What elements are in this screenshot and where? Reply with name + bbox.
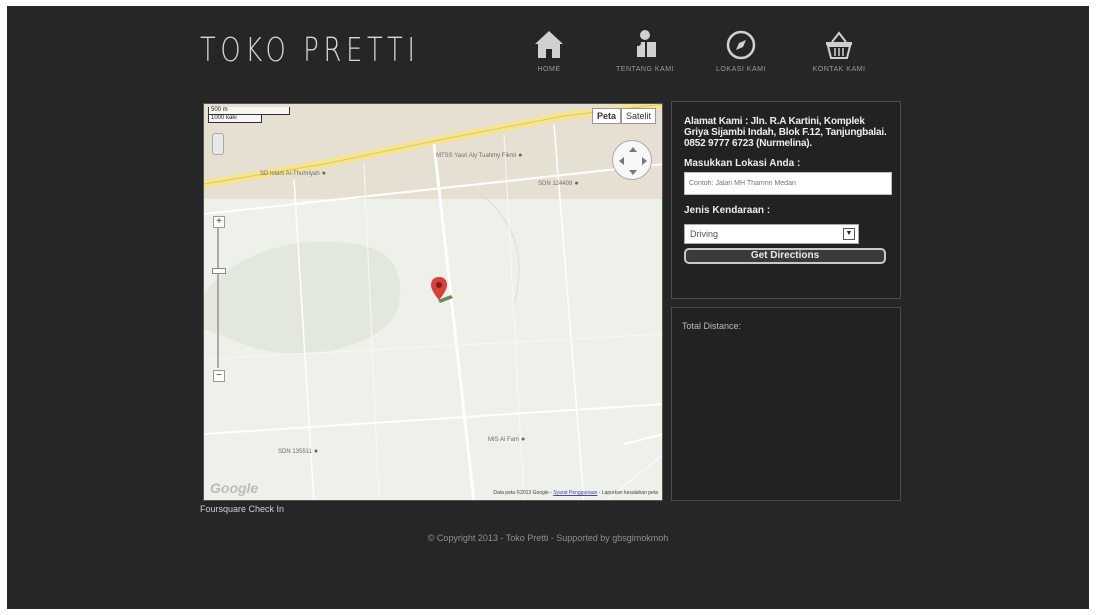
- poi-name: MIS Al Fam: [488, 437, 520, 443]
- nav-home-label: HOME: [537, 66, 561, 73]
- attribution-data: Data peta ©2013 Google -: [493, 490, 554, 496]
- nav-lokasi-label: LOKASI KAMI: [716, 66, 766, 73]
- google-map[interactable]: 500 m 1000 kaki Peta Satelit + − SD Isla…: [203, 103, 663, 501]
- map-type-satelit[interactable]: Satelit: [620, 108, 656, 124]
- zoom-thumb[interactable]: [212, 268, 226, 274]
- map-scale: 500 m 1000 kaki: [208, 107, 290, 123]
- address-text: Alamat Kami : Jln. R.A Kartini, Komplek …: [684, 116, 887, 149]
- vehicle-label: Jenis Kendaraan :: [684, 205, 771, 216]
- map-attribution: Data peta ©2013 Google - Syarat Pengguna…: [493, 490, 658, 496]
- zoom-control: + −: [212, 216, 226, 382]
- pan-arrows-icon: [619, 147, 647, 175]
- basket-icon: [826, 31, 852, 59]
- nav-tentang-kami[interactable]: TENTANG KAMI: [597, 28, 693, 80]
- poi-marker-icon: ●: [518, 152, 523, 159]
- compass-icon: [726, 30, 756, 60]
- zoom-out-button[interactable]: −: [213, 370, 225, 382]
- vehicle-select[interactable]: Driving ▼: [684, 224, 859, 244]
- scale-imperial: 1000 kaki: [208, 115, 262, 123]
- people-icon: [635, 30, 656, 57]
- map-type-control: Peta Satelit: [591, 108, 656, 124]
- chevron-down-icon[interactable]: ▼: [843, 228, 855, 240]
- google-logo[interactable]: Google: [210, 480, 258, 496]
- location-label: Masukkan Lokasi Anda :: [684, 158, 801, 169]
- copyright-text: © Copyright 2013 - Toko Pretti - Support…: [427, 533, 669, 543]
- nav-home[interactable]: HOME: [501, 28, 597, 80]
- home-icon: [535, 31, 563, 58]
- page-container: TOKO PRETTI HOME TENTANG KAMI LOKASI KAM…: [7, 6, 1089, 609]
- poi-label: SD Islam Al-Thuhriyah ●: [260, 170, 326, 178]
- pan-control[interactable]: [612, 140, 652, 180]
- poi-label: SDN 124409 ●: [538, 180, 579, 188]
- poi-label: MIS Al Fam ●: [488, 436, 525, 444]
- zoom-track[interactable]: [217, 228, 219, 368]
- attribution-report[interactable]: - Laporkan kesalahan peta: [597, 490, 658, 496]
- vehicle-select-value: Driving: [690, 229, 719, 239]
- nav-kontak-kami[interactable]: KONTAK KAMI: [791, 28, 887, 80]
- terms-link[interactable]: Syarat Penggunaan: [553, 490, 597, 496]
- poi-marker-icon: ●: [321, 170, 326, 177]
- location-pin-icon[interactable]: [431, 276, 461, 306]
- poi-label: MTSS Yasri Aly Tuahmy Fikmi ●: [436, 152, 522, 160]
- site-logo[interactable]: TOKO PRETTI: [200, 30, 482, 80]
- poi-marker-icon: ●: [521, 436, 526, 443]
- poi-marker-icon: ●: [313, 448, 319, 455]
- map-type-peta[interactable]: Peta: [591, 108, 621, 124]
- poi-name: SD Islam Al-Thuhriyah: [260, 171, 320, 177]
- total-distance-label: Total Distance:: [682, 321, 742, 331]
- scale-metric: 500 m: [208, 107, 290, 115]
- poi-name: MTSS Yasri Aly Tuahmy Fikmi: [436, 153, 517, 159]
- directions-result-panel: Total Distance:: [671, 307, 901, 501]
- poi-name: SDN 135511: [278, 449, 312, 455]
- nav-lokasi-kami[interactable]: LOKASI KAMI: [693, 28, 789, 80]
- get-directions-button[interactable]: Get Directions: [684, 248, 886, 264]
- nav-kontak-label: KONTAK KAMI: [812, 66, 866, 73]
- poi-name: SDN 124409: [538, 181, 573, 187]
- logo-text: TOKO PRETTI: [200, 30, 420, 69]
- directions-panel: Alamat Kami : Jln. R.A Kartini, Komplek …: [671, 101, 901, 299]
- zoom-in-button[interactable]: +: [213, 216, 225, 228]
- street-view-pegman-icon[interactable]: [212, 133, 224, 155]
- poi-marker-icon: ●: [574, 180, 579, 187]
- location-input[interactable]: [684, 172, 892, 195]
- nav-tentang-label: TENTANG KAMI: [616, 66, 674, 73]
- poi-label: SDN 135511 ●: [278, 448, 318, 456]
- foursquare-checkin-link[interactable]: Foursquare Check In: [200, 504, 284, 514]
